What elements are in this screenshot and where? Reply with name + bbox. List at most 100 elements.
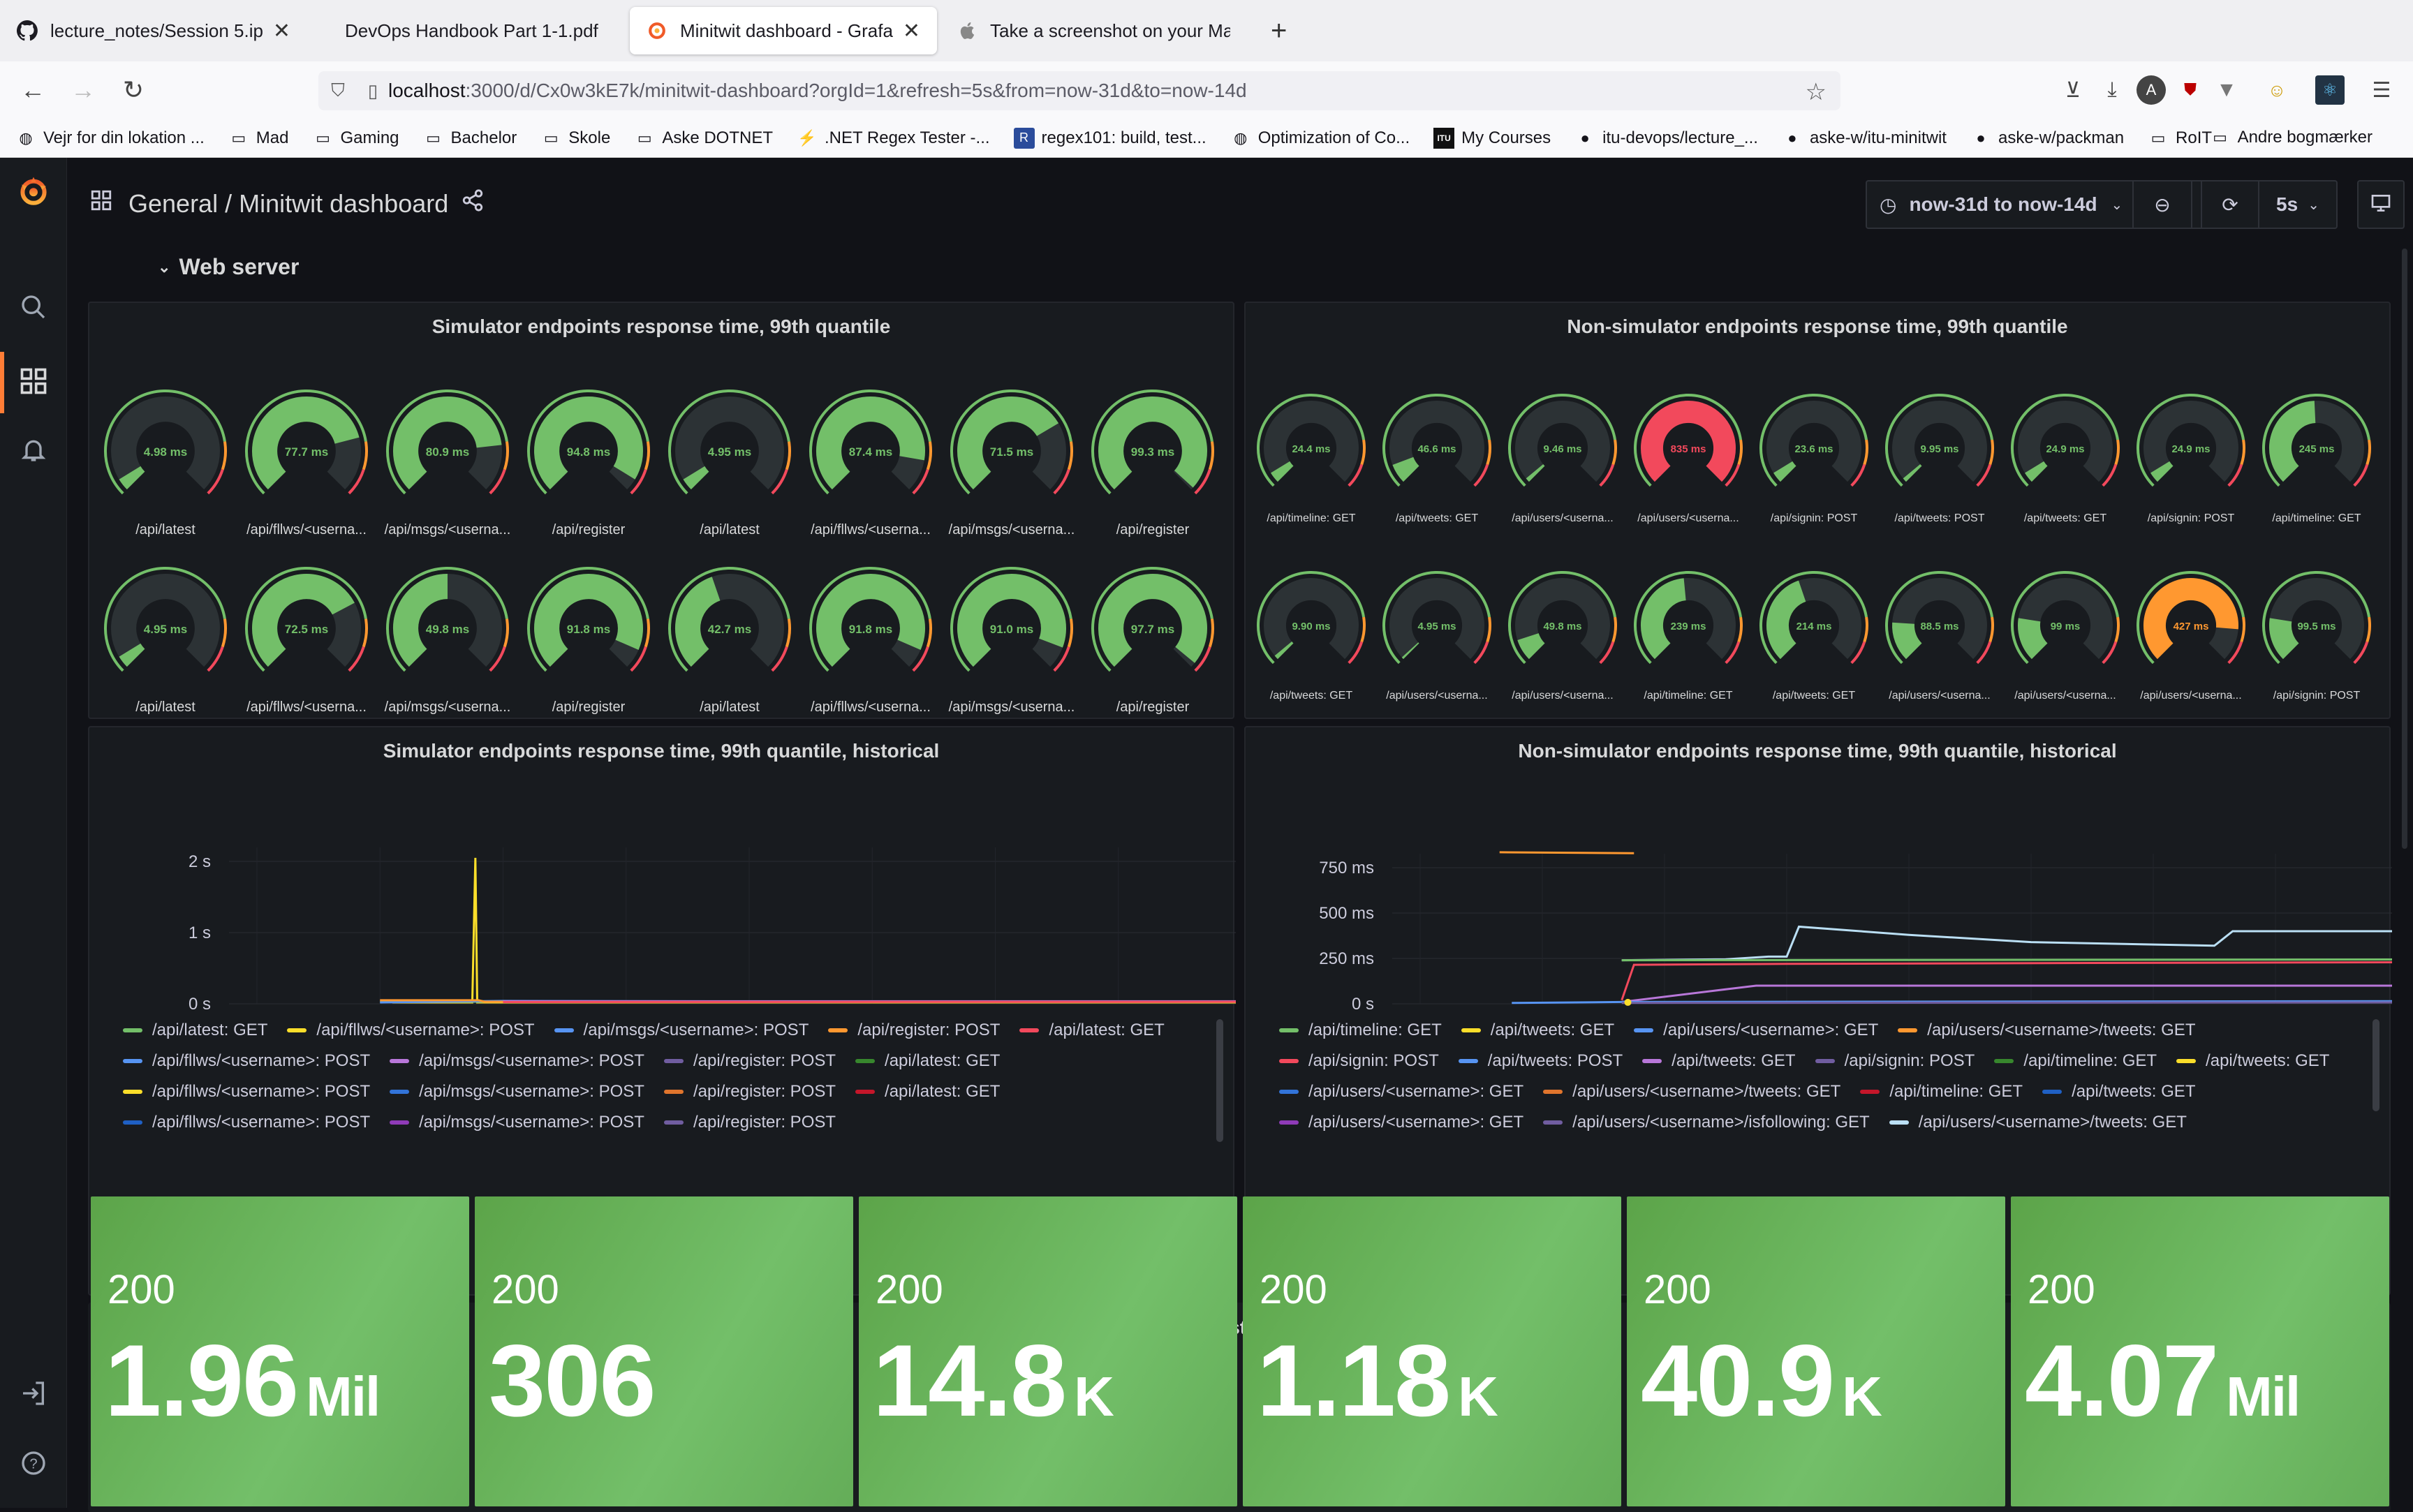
search-icon[interactable] (17, 290, 50, 324)
legend-item[interactable]: /api/latest: GET (1019, 1015, 1164, 1046)
bookmark-item[interactable]: ⚡.NET Regex Tester -... (797, 128, 990, 149)
legend-scrollbar[interactable] (1216, 1019, 1223, 1142)
legend-item[interactable]: /api/fllws/<username>: POST (123, 1076, 370, 1107)
reload-button[interactable]: ↻ (117, 74, 149, 106)
legend-item[interactable]: /api/tweets: POST (1459, 1046, 1623, 1076)
extension-face-icon[interactable]: ☺ (2262, 75, 2292, 105)
legend-item[interactable]: /api/latest: GET (855, 1046, 1000, 1076)
bookmark-folder[interactable]: ▭Gaming (312, 128, 399, 149)
legend-item[interactable]: /api/msgs/<username>: POST (554, 1015, 809, 1046)
legend-item[interactable]: /api/latest: GET (123, 1015, 267, 1046)
legend-item[interactable]: /api/signin: POST (1279, 1046, 1439, 1076)
legend-item[interactable]: /api/users/<username>/isfollowing: GET (1543, 1107, 1870, 1138)
back-button[interactable]: ← (17, 74, 49, 106)
tab-lecture-notes[interactable]: lecture_notes/Session 5.ipynb a ✕ (0, 7, 307, 54)
legend-item[interactable]: /api/register: POST (664, 1046, 836, 1076)
bookmark-item[interactable]: ●aske-w/itu-minitwit (1782, 128, 1947, 149)
stat-tile[interactable]: 2001.18K (1243, 1196, 1621, 1506)
legend-item[interactable]: /api/timeline: GET (1994, 1046, 2157, 1076)
stat-tile[interactable]: 200306 (475, 1196, 853, 1506)
close-icon[interactable]: ✕ (273, 19, 290, 43)
bell-icon[interactable] (17, 433, 50, 466)
row-header-web-server[interactable]: ⌄Web server (158, 254, 299, 280)
legend-item[interactable]: /api/register: POST (828, 1015, 1000, 1046)
grafana-logo-icon[interactable] (17, 175, 50, 208)
ublock-icon[interactable]: ⛊ (2176, 75, 2205, 105)
pocket-icon[interactable]: ⊻ (2058, 75, 2088, 105)
stat-tile[interactable]: 2001.96Mil (91, 1196, 469, 1506)
panel-simulator-gauges[interactable]: Simulator endpoints response time, 99th … (88, 302, 1234, 719)
refresh-interval-picker[interactable]: 5s ⌄ (2259, 181, 2336, 228)
page-icon[interactable]: ▯ (357, 80, 388, 102)
refresh-button[interactable]: ⟳ (2201, 181, 2259, 228)
menu-icon[interactable]: ☰ (2367, 75, 2396, 105)
share-icon[interactable] (461, 188, 485, 218)
legend-item[interactable]: /api/latest: GET (855, 1076, 1000, 1107)
timeseries-chart[interactable]: 2 s1 s0 s04/2404/2604/2804/3005/0205/040… (89, 790, 1236, 1014)
tab-grafana[interactable]: Minitwit dashboard - Grafana ✕ (630, 7, 937, 54)
bookmark-folder[interactable]: ▭Mad (228, 128, 289, 149)
bookmark-item[interactable]: ITUMy Courses (1433, 128, 1551, 149)
stat-tile[interactable]: 2004.07Mil (2011, 1196, 2389, 1506)
legend-item[interactable]: /api/fllws/<username>: POST (123, 1107, 370, 1138)
stat-tile[interactable]: 20014.8K (859, 1196, 1237, 1506)
stat-unit: K (1074, 1365, 1113, 1428)
bookmark-item[interactable]: ◍Vejr for din lokation ... (15, 128, 205, 149)
legend-item[interactable]: /api/msgs/<username>: POST (390, 1107, 644, 1138)
legend-item[interactable]: /api/signin: POST (1815, 1046, 1975, 1076)
bookmark-folder[interactable]: ▭Bachelor (423, 128, 517, 149)
legend-item[interactable]: /api/msgs/<username>: POST (390, 1076, 644, 1107)
time-range-picker[interactable]: ◷ now-31d to now-14d ⌄ (1867, 181, 2134, 228)
legend-item[interactable]: /api/register: POST (664, 1076, 836, 1107)
react-devtools-icon[interactable]: ⚛ (2315, 75, 2345, 105)
breadcrumb-folder[interactable]: General (128, 189, 218, 218)
legend-item[interactable]: /api/users/<username>/tweets: GET (1543, 1076, 1840, 1107)
legend-item[interactable]: /api/tweets: GET (2042, 1076, 2195, 1107)
legend-item[interactable]: /api/timeline: GET (1860, 1076, 2023, 1107)
account-icon[interactable]: A (2137, 75, 2166, 105)
other-bookmarks-folder[interactable]: ▭Andre bogmærker (2210, 127, 2373, 148)
dashboard-scrollbar[interactable] (2402, 249, 2407, 849)
tv-mode-button[interactable] (2357, 180, 2405, 229)
legend-item[interactable]: /api/fllws/<username>: POST (123, 1046, 370, 1076)
bookmark-folder[interactable]: ▭Aske DOTNET (634, 128, 773, 149)
bookmark-item[interactable]: ●aske-w/packman (1970, 128, 2124, 149)
legend-item[interactable]: /api/tweets: GET (1461, 1015, 1614, 1046)
bookmark-item[interactable]: ◍Optimization of Co... (1230, 128, 1410, 149)
legend-item[interactable]: /api/timeline: GET (1279, 1015, 1442, 1046)
close-icon[interactable]: ✕ (903, 19, 920, 43)
dashboards-icon[interactable] (17, 364, 50, 398)
shield-icon[interactable]: ⛉ (318, 80, 357, 102)
legend-item[interactable]: /api/users/<username>: GET (1279, 1076, 1523, 1107)
help-icon[interactable]: ? (17, 1446, 50, 1480)
bookmark-item[interactable]: Rregex101: build, test... (1014, 128, 1206, 149)
legend-item[interactable]: /api/users/<username>: GET (1634, 1015, 1878, 1046)
legend-item[interactable]: /api/msgs/<username>: POST (390, 1046, 644, 1076)
star-icon[interactable]: ☆ (1806, 78, 1827, 106)
download-icon[interactable]: ⤓ (2097, 75, 2127, 105)
bookmark-folder[interactable]: ▭Skole (540, 128, 610, 149)
legend-item[interactable]: /api/fllws/<username>: POST (287, 1015, 534, 1046)
legend-item[interactable]: /api/tweets: GET (1642, 1046, 1795, 1076)
page-title[interactable]: Minitwit dashboard (239, 189, 448, 218)
legend-item[interactable]: /api/users/<username>/tweets: GET (1898, 1015, 2195, 1046)
sign-in-icon[interactable] (17, 1377, 50, 1410)
legend-item[interactable]: /api/users/<username>: GET (1279, 1107, 1523, 1138)
bookmark-folder[interactable]: ▭RoIT (2148, 128, 2212, 149)
tab-devops-handbook[interactable]: DevOps Handbook Part 1-1.pdf (311, 7, 619, 54)
gauge: 99 ms/api/users/<userna... (2002, 568, 2128, 716)
tab-screenshot-mac[interactable]: Take a screenshot on your Mac (940, 7, 1247, 54)
panel-non-simulator-gauges[interactable]: Non-simulator endpoints response time, 9… (1244, 302, 2391, 719)
legend-item[interactable]: /api/register: POST (664, 1107, 836, 1138)
timeseries-chart[interactable]: 750 ms500 ms250 ms0 s04/2404/2604/2804/3… (1246, 790, 2392, 1014)
legend-item[interactable]: /api/users/<username>/tweets: GET (1889, 1107, 2187, 1138)
new-tab-button[interactable]: + (1271, 15, 1287, 47)
forward-button[interactable]: → (67, 74, 99, 106)
stat-tile[interactable]: 20040.9K (1627, 1196, 2005, 1506)
zoom-out-button[interactable]: ⊖ (2134, 181, 2192, 228)
legend-scrollbar[interactable] (2373, 1019, 2379, 1111)
extension-v-icon[interactable]: ▼ (2212, 75, 2241, 105)
legend-item[interactable]: /api/tweets: GET (2176, 1046, 2329, 1076)
url-bar[interactable]: ⛉ ▯ localhost:3000/d/Cx0w3kE7k/minitwit-… (318, 71, 1840, 110)
bookmark-item[interactable]: ●itu-devops/lecture_... (1574, 128, 1758, 149)
